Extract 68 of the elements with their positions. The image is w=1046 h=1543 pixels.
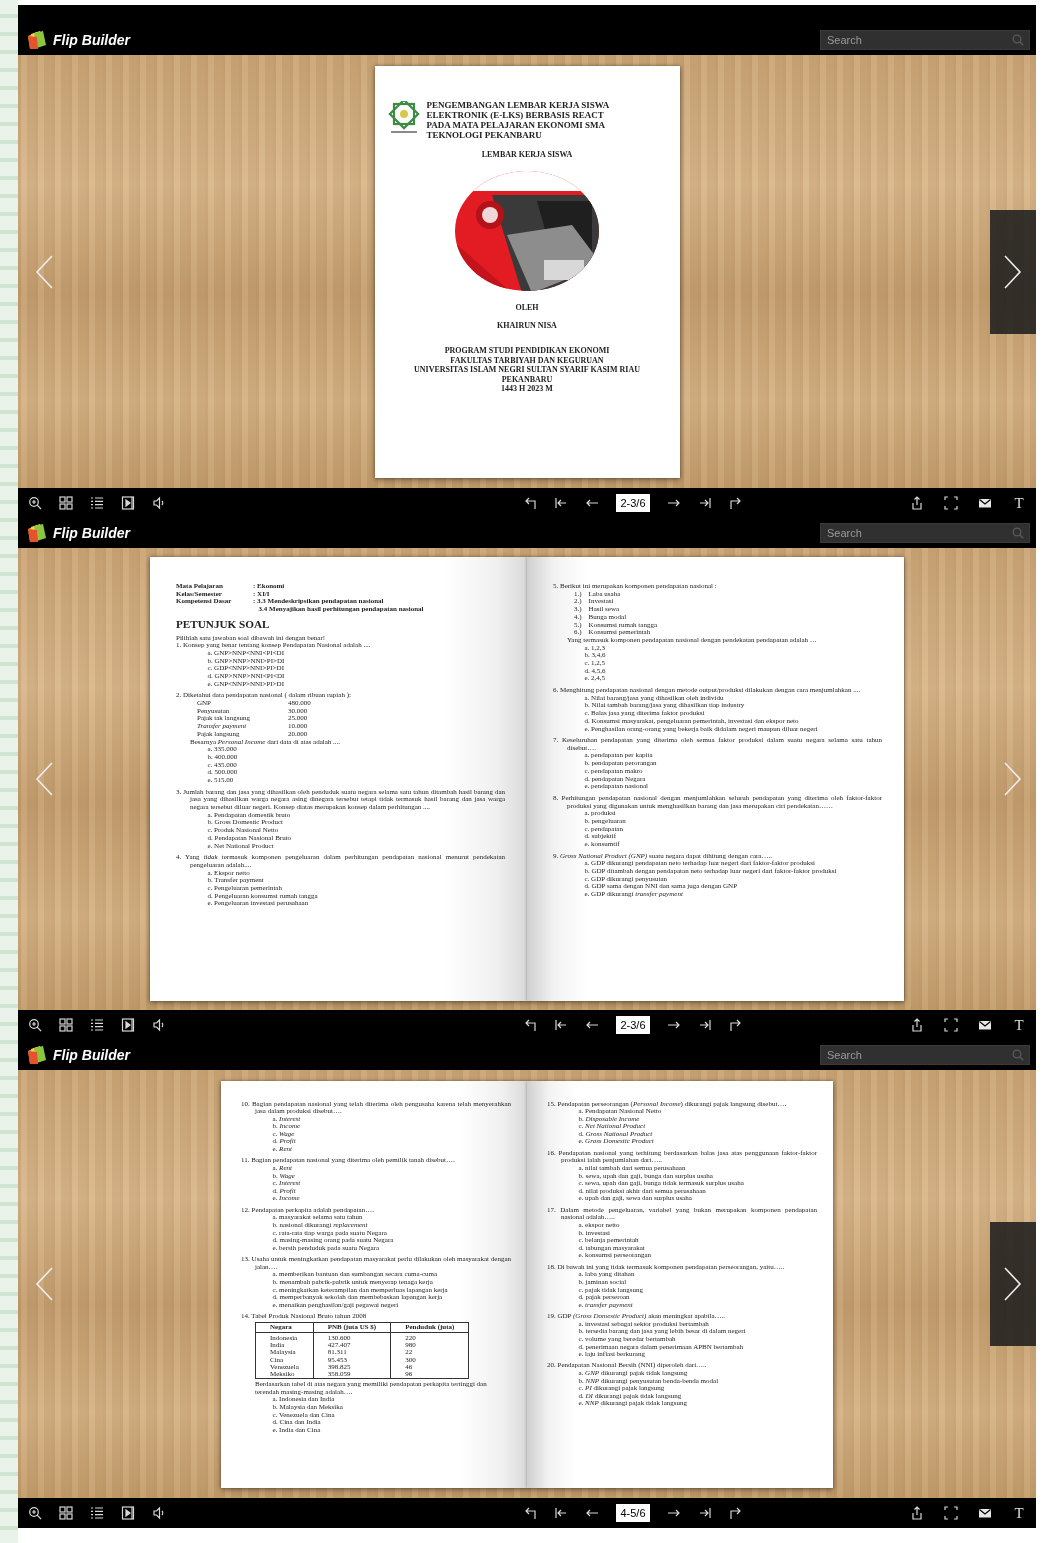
bent-arrow-left-icon[interactable]	[523, 1018, 537, 1032]
fullscreen-icon[interactable]	[944, 496, 958, 510]
bent-arrow-right-icon[interactable]	[729, 1018, 743, 1032]
thumbnails-icon[interactable]	[59, 1506, 73, 1520]
mail-icon[interactable]	[978, 1506, 992, 1520]
speaker-icon[interactable]	[152, 1018, 166, 1032]
text-button[interactable]: T	[1012, 1016, 1026, 1034]
first-page-icon[interactable]	[554, 1018, 568, 1032]
chevron-right-icon	[1003, 1266, 1023, 1302]
mail-icon[interactable]	[978, 496, 992, 510]
list-icon[interactable]	[90, 1506, 104, 1520]
institution-text: FAKULTAS TARBIYAH DAN KEGURUAN	[450, 355, 604, 365]
brand-name: Flip Builder	[53, 32, 130, 48]
institution-text: PROGRAM STUDI PENDIDIKAN EKONOMI	[444, 346, 610, 356]
cover-title: ELEKTRONIK (E-LKS) BERBASIS REACT	[426, 109, 605, 120]
text-button[interactable]: T	[1012, 494, 1026, 512]
zoom-in-icon[interactable]	[28, 1018, 42, 1032]
page-number-field[interactable]: 4-5/6	[616, 1504, 650, 1522]
book-logo-icon	[26, 30, 48, 50]
institution-text: UNIVERSITAS ISLAM NEGRI SULTAN SYARIF KASIM RIAU	[414, 365, 640, 375]
book-logo-icon	[26, 523, 48, 543]
zoom-in-icon[interactable]	[28, 1506, 42, 1520]
last-page-icon[interactable]	[698, 1506, 712, 1520]
share-icon[interactable]	[910, 496, 924, 510]
author-name: KHAIRUN NISA	[497, 320, 557, 330]
zoom-in-icon[interactable]	[28, 496, 42, 510]
cover-subtitle: LEMBAR KERJA SISWA	[481, 149, 573, 159]
mail-icon[interactable]	[978, 1018, 992, 1032]
fullscreen-icon[interactable]	[944, 1506, 958, 1520]
search-field[interactable]: Search	[820, 523, 1030, 543]
brand-name: Flip Builder	[53, 1047, 130, 1063]
share-icon[interactable]	[910, 1506, 924, 1520]
text-button[interactable]: T	[1012, 1504, 1026, 1522]
bent-arrow-left-icon[interactable]	[523, 1506, 537, 1520]
last-page-icon[interactable]	[698, 1018, 712, 1032]
play-icon[interactable]	[121, 1506, 135, 1520]
page-number-field[interactable]: 2-3/6	[616, 1016, 650, 1034]
first-page-icon[interactable]	[554, 496, 568, 510]
first-page-icon[interactable]	[554, 1506, 568, 1520]
chevron-right-icon	[1003, 761, 1023, 797]
last-page-icon[interactable]	[698, 496, 712, 510]
cover-title: TEKNOLOGI PEKANBARU	[426, 129, 543, 140]
list-icon[interactable]	[90, 1018, 104, 1032]
chevron-right-icon	[1003, 253, 1023, 290]
play-icon[interactable]	[121, 496, 135, 510]
cover-title: PADA MATA PELAJARAN EKONOMI SMA	[426, 119, 606, 130]
cover-label: OLEH	[515, 303, 539, 313]
play-icon[interactable]	[121, 1018, 135, 1032]
speaker-icon[interactable]	[152, 496, 166, 510]
bent-arrow-right-icon[interactable]	[729, 496, 743, 510]
bent-arrow-right-icon[interactable]	[729, 1506, 743, 1520]
search-field[interactable]: Search	[820, 30, 1030, 50]
section-heading: PETUNJUK SOAL	[176, 618, 271, 631]
thumbnails-icon[interactable]	[59, 496, 73, 510]
next-page-button[interactable]	[990, 209, 1036, 334]
institution-text: PEKANBARU	[501, 374, 553, 384]
cover-title: PENGEMBANGAN LEMBAR KERJA SISWA	[426, 99, 610, 110]
page-number-field[interactable]: 2-3/6	[616, 494, 650, 512]
brand-name: Flip Builder	[53, 525, 130, 541]
institution-text: 1443 H 2023 M	[501, 384, 553, 394]
share-icon[interactable]	[910, 1018, 924, 1032]
thumbnails-icon[interactable]	[59, 1018, 73, 1032]
speaker-icon[interactable]	[152, 1506, 166, 1520]
book-logo-icon	[26, 1045, 48, 1065]
fullscreen-icon[interactable]	[944, 1018, 958, 1032]
list-icon[interactable]	[90, 496, 104, 510]
search-field[interactable]: Search	[820, 1045, 1030, 1065]
bent-arrow-left-icon[interactable]	[523, 496, 537, 510]
